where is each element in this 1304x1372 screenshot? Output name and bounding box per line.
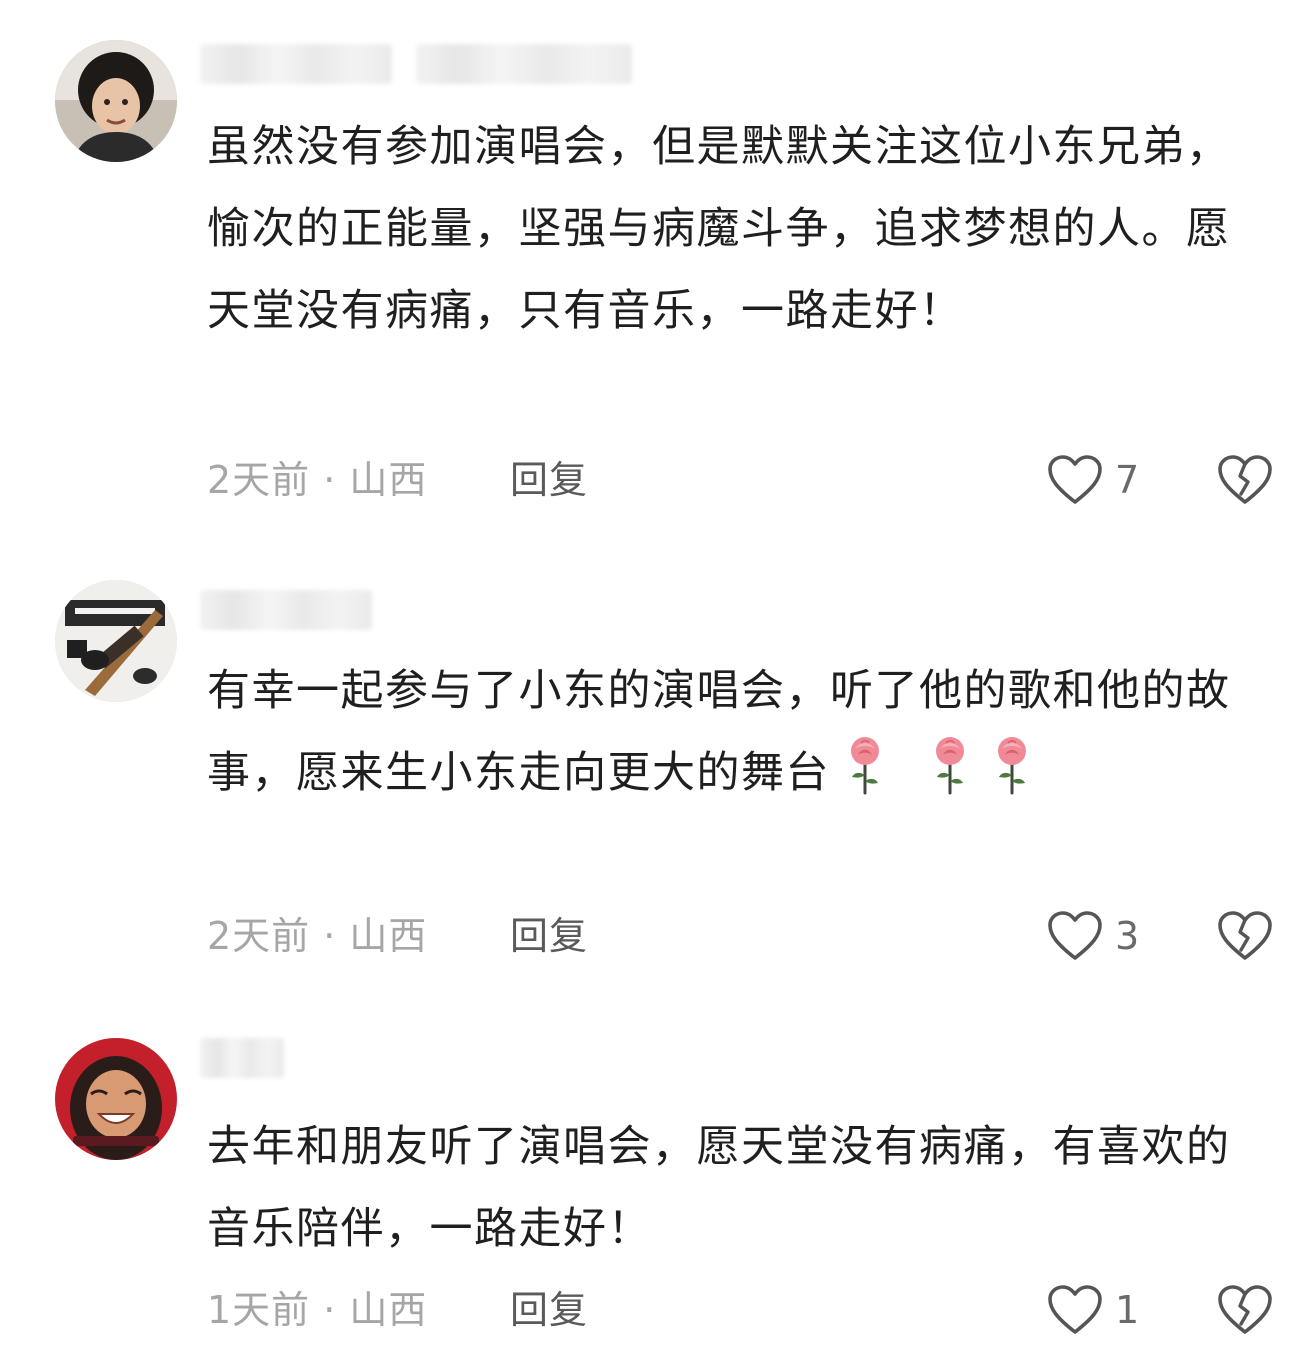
like-button[interactable]: 1 [1047,1280,1139,1340]
like-button[interactable]: 7 [1047,450,1139,510]
comment-meta: 2天前 · 山西 回复 7 [207,450,1287,510]
comment-meta: 1天前 · 山西 回复 1 [207,1280,1287,1340]
username-blurred[interactable] [200,590,372,630]
broken-heart-icon[interactable] [1217,454,1273,506]
rose-emoji [992,735,1032,795]
avatar[interactable] [55,40,177,162]
comment-text: 有幸一起参与了小东的演唱会，听了他的歌和他的故事，愿来生小东走向更大的舞台 [207,650,1247,814]
like-count: 7 [1115,458,1140,502]
username-blurred[interactable] [200,44,632,84]
rose-emoji [930,735,970,795]
avatar[interactable] [55,1038,177,1160]
avatar[interactable] [55,580,177,702]
heart-icon [1047,910,1103,962]
reply-button[interactable]: 回复 [510,450,588,510]
time-location: 2天前 · 山西 [207,458,428,502]
heart-icon [1047,1284,1103,1336]
like-count: 1 [1115,1288,1140,1332]
time-location: 1天前 · 山西 [207,1288,428,1332]
comment-text: 虽然没有参加演唱会，但是默默关注这位小东兄弟，愉次的正能量，坚强与病魔斗争，追求… [207,122,1231,336]
comment-text: 去年和朋友听了演唱会，愿天堂没有病痛，有喜欢的音乐陪伴，一路走好！ [207,1122,1231,1254]
comment-text-main: 有幸一起参与了小东的演唱会，听了他的歌和他的故事，愿来生小东走向更大的舞台 [207,666,1231,798]
like-count: 3 [1115,914,1140,958]
reply-button[interactable]: 回复 [510,906,588,966]
reply-button[interactable]: 回复 [510,1280,588,1340]
like-button[interactable]: 3 [1047,906,1139,966]
username-blurred[interactable] [200,1038,284,1078]
comment-meta: 2天前 · 山西 回复 3 [207,906,1287,966]
rose-emoji [845,735,885,795]
broken-heart-icon[interactable] [1217,910,1273,962]
heart-icon [1047,454,1103,506]
broken-heart-icon[interactable] [1217,1284,1273,1336]
time-location: 2天前 · 山西 [207,914,428,958]
